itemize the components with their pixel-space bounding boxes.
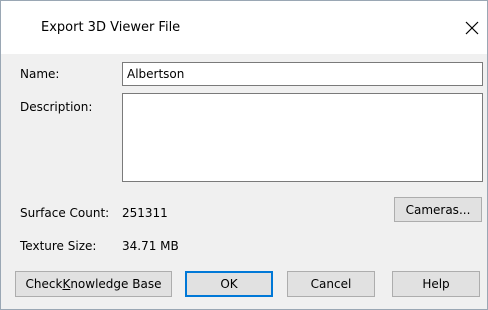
check-knowledge-base-button[interactable]: Check Knowledge Base [15, 271, 172, 297]
title-bar: Export 3D Viewer File [1, 1, 487, 54]
close-icon [465, 21, 479, 35]
description-label: Description: [20, 100, 93, 114]
check-kb-label-suffix: nowledge Base [70, 277, 162, 291]
export-3d-viewer-dialog: Export 3D Viewer File Name: Description:… [0, 0, 488, 310]
dialog-title: Export 3D Viewer File [41, 20, 181, 35]
name-input[interactable] [122, 62, 483, 86]
close-button[interactable] [457, 11, 487, 45]
check-kb-label-prefix: Check [25, 277, 63, 291]
name-label: Name: [20, 67, 60, 81]
cancel-button[interactable]: Cancel [287, 271, 375, 297]
cameras-button[interactable]: Cameras... [394, 197, 482, 222]
help-button[interactable]: Help [392, 271, 480, 297]
surface-count-value: 251311 [122, 206, 168, 220]
texture-size-value: 34.71 MB [122, 239, 179, 253]
check-kb-label-mnemonic: K [62, 277, 71, 291]
ok-button[interactable]: OK [185, 271, 273, 297]
surface-count-label: Surface Count: [20, 206, 110, 220]
description-textarea[interactable] [122, 93, 483, 182]
texture-size-label: Texture Size: [20, 239, 97, 253]
